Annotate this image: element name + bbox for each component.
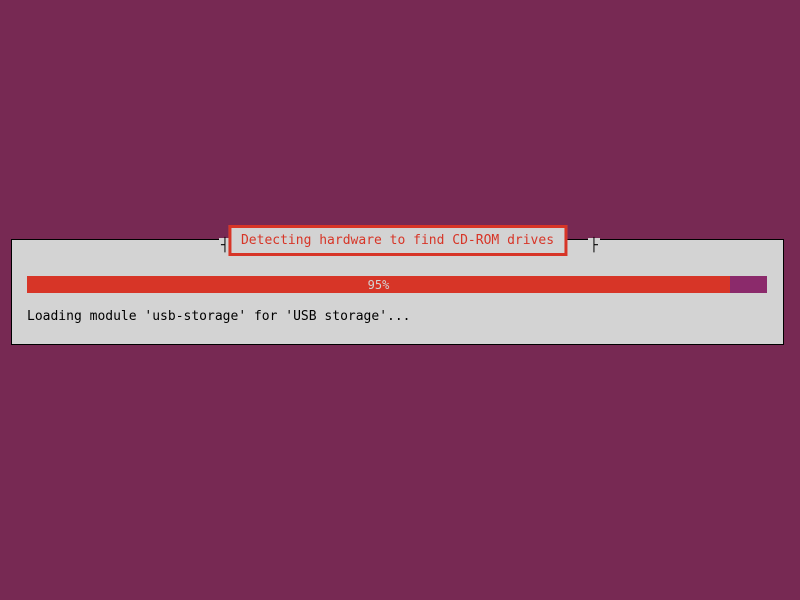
dialog-title-box: Detecting hardware to find CD-ROM drives (228, 225, 567, 256)
dialog-title: Detecting hardware to find CD-ROM drives (241, 233, 554, 248)
hardware-detection-dialog: ┤ Detecting hardware to find CD-ROM driv… (11, 239, 784, 345)
title-bracket-right: ├ (588, 238, 600, 253)
progress-percent-label: 95% (368, 278, 390, 292)
progress-bar: 95% (27, 276, 767, 293)
status-text: Loading module 'usb-storage' for 'USB st… (27, 309, 411, 324)
progress-bar-fill: 95% (27, 276, 730, 293)
